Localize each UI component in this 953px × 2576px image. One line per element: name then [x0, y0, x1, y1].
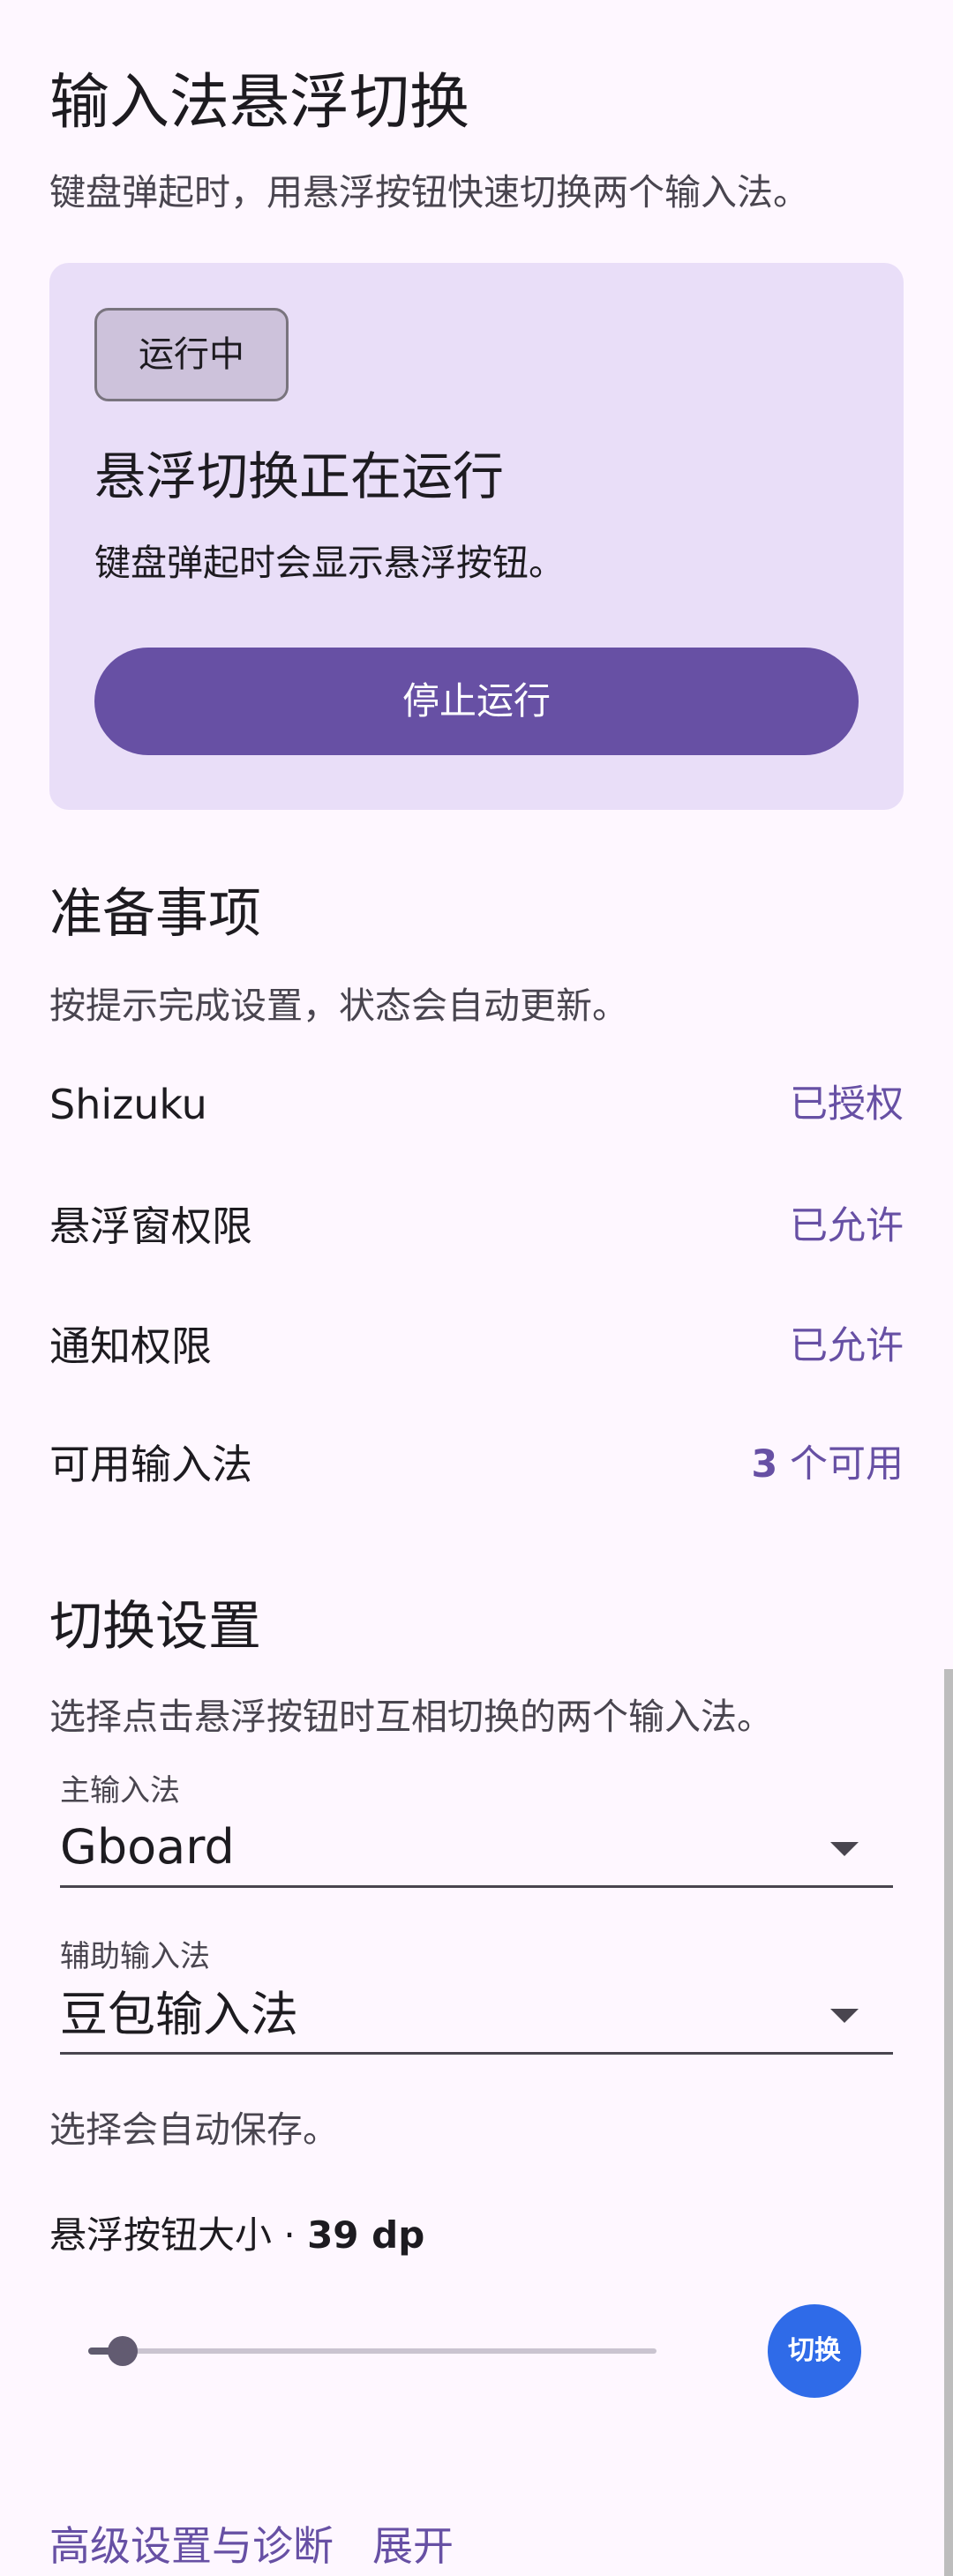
autosave-note: 选择会自动保存。 [49, 2108, 339, 2151]
prep-section-subtitle: 按提示完成设置，状态会自动更新。 [49, 985, 628, 1027]
prep-row-notification-label: 通知权限 [49, 1322, 212, 1370]
status-card-title: 悬浮切换正在运行 [94, 446, 505, 506]
chevron-down-icon[interactable] [830, 2009, 859, 2023]
prep-row-overlay-label: 悬浮窗权限 [49, 1202, 252, 1250]
prep-row-shizuku-status[interactable]: 已授权 [790, 1076, 904, 1133]
switch-section-title: 切换设置 [49, 1596, 261, 1658]
chevron-down-icon[interactable] [830, 1842, 859, 1856]
button-size-text: 悬浮按钮大小 · [49, 2213, 308, 2257]
scrollbar[interactable] [944, 1669, 953, 2576]
slider-thumb[interactable] [107, 2336, 138, 2366]
prep-row-ime-label: 可用输入法 [49, 1441, 252, 1488]
expand-toggle[interactable]: 展开 [372, 2518, 454, 2574]
ime-count: 3 [751, 1442, 778, 1486]
advanced-settings-link[interactable]: 高级设置与诊断 [49, 2518, 334, 2574]
slider-track[interactable] [88, 2348, 657, 2354]
secondary-ime-underline [60, 2052, 893, 2055]
running-status-chip: 运行中 [94, 308, 289, 401]
prep-section-title: 准备事项 [49, 883, 261, 945]
switch-section-subtitle: 选择点击悬浮按钮时互相切换的两个输入法。 [49, 1696, 773, 1738]
ime-count-suffix: 个可用 [777, 1442, 904, 1486]
secondary-ime-value[interactable]: 豆包输入法 [60, 1983, 298, 2047]
page-subtitle: 键盘弹起时，用悬浮按钮快速切换两个输入法。 [49, 171, 809, 213]
prep-row-ime-status[interactable]: 3 个可用 [751, 1436, 904, 1493]
page-title: 输入法悬浮切换 [49, 68, 470, 138]
preview-switch-button[interactable]: 切换 [768, 2304, 861, 2398]
primary-ime-value[interactable]: Gboard [60, 1816, 235, 1879]
stop-button[interactable]: 停止运行 [94, 648, 859, 755]
prep-row-notification-status[interactable]: 已允许 [790, 1318, 904, 1374]
secondary-ime-label: 辅助输入法 [60, 1939, 210, 1974]
primary-ime-underline [60, 1885, 893, 1888]
prep-row-overlay-status[interactable]: 已允许 [790, 1198, 904, 1254]
button-size-label: 悬浮按钮大小 · 39 dp [49, 2209, 424, 2262]
button-size-value: 39 dp [307, 2213, 425, 2257]
primary-ime-label: 主输入法 [60, 1773, 180, 1808]
prep-row-shizuku-label: Shizuku [49, 1081, 207, 1128]
status-card-subtitle: 键盘弹起时会显示悬浮按钮。 [94, 542, 565, 584]
